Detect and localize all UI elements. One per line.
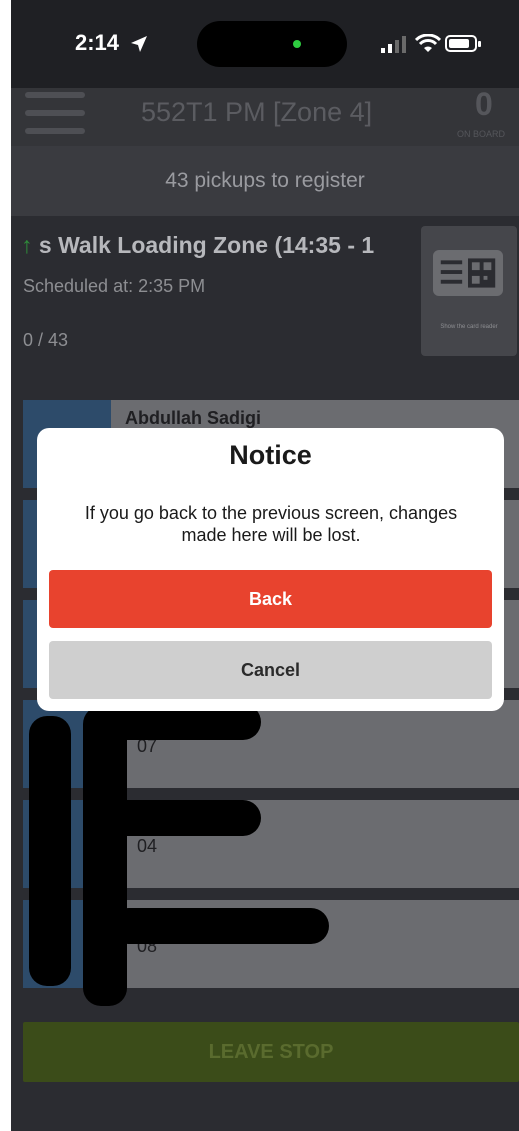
dialog-title: Notice <box>229 440 312 470</box>
menu-icon[interactable] <box>25 92 85 138</box>
redaction-mark <box>29 716 71 986</box>
stop-name: ↑ s Walk Loading Zone (14:35 - 1 <box>21 232 406 259</box>
card-reader-icon <box>433 250 503 296</box>
redaction-mark <box>83 706 127 1006</box>
redaction-mark <box>101 800 261 836</box>
dynamic-island <box>197 21 347 67</box>
arrow-up-icon: ↑ <box>21 232 33 258</box>
onboard-label: ON BOARD <box>457 129 506 139</box>
leave-stop-button[interactable]: LEAVE STOP <box>23 1022 519 1082</box>
pickup-progress: 0 / 43 <box>23 330 69 350</box>
stop-name-text: s Walk Loading Zone (14:35 - 1 <box>38 232 375 258</box>
wifi-icon <box>415 34 441 52</box>
location-arrow-icon <box>131 36 147 52</box>
back-button[interactable]: Back <box>49 570 492 628</box>
scheduled-time: Scheduled at: 2:35 PM <box>23 276 206 296</box>
route-title: 552T1 PM [Zone 4] <box>141 97 373 127</box>
cellular-signal-icon <box>381 36 406 53</box>
battery-icon <box>445 35 481 52</box>
cancel-button[interactable]: Cancel <box>49 641 492 699</box>
status-time: 2:14 <box>75 30 120 55</box>
onboard-count: 0 <box>475 86 493 122</box>
student-name: Abdullah Sadigi <box>125 408 262 428</box>
student-id: 04 <box>137 836 158 856</box>
camera-indicator-icon <box>293 40 301 48</box>
redaction-mark <box>111 908 329 944</box>
phone-screen: 2:14 552T1 PM [Zone 4] 0 ON BOARD 43 pic… <box>11 0 519 1131</box>
pickups-banner: 43 pickups to register <box>11 146 519 216</box>
dialog-message: If you go back to the previous screen, c… <box>84 503 458 545</box>
card-reader-label: Show the card reader <box>440 324 498 330</box>
